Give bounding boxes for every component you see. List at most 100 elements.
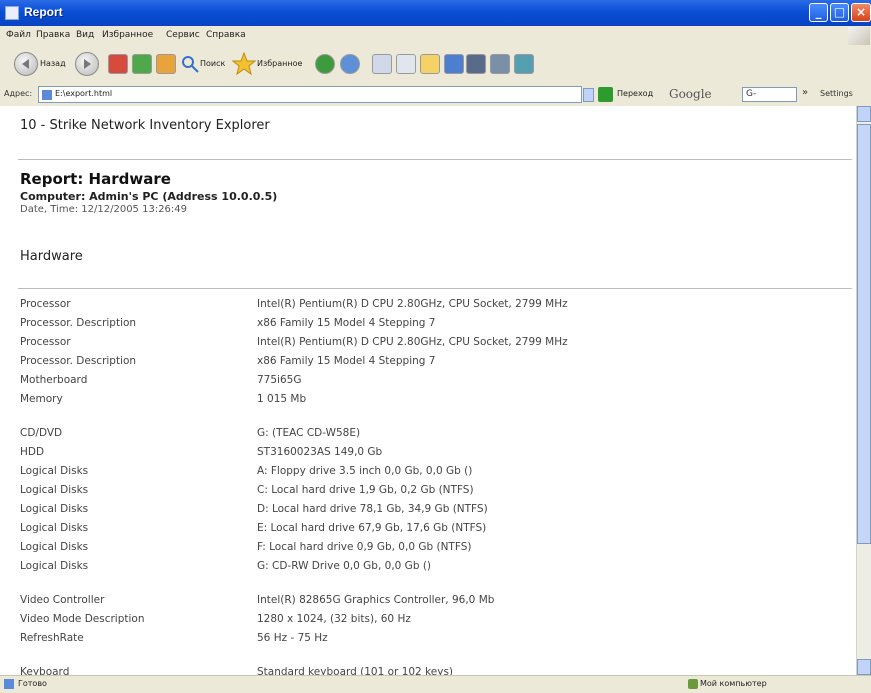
table-row: Video Controller Intel(R) 82865G Graphics… <box>0 594 856 612</box>
discuss-icon[interactable] <box>490 54 510 74</box>
close-button[interactable]: × <box>851 3 871 22</box>
stop-icon[interactable] <box>108 54 128 74</box>
page-done-icon <box>4 679 14 689</box>
menu-favorites[interactable]: Избранное <box>102 30 153 40</box>
menu-view[interactable]: Вид <box>76 30 94 40</box>
row-value: Intel(R) Pentium(R) D CPU 2.80GHz, CPU S… <box>257 298 568 310</box>
row-value: x86 Family 15 Model 4 Stepping 7 <box>257 317 436 329</box>
favorites-label[interactable]: Избранное <box>257 59 302 68</box>
status-text: Готово <box>18 679 47 688</box>
table-row: Processor Intel(R) Pentium(R) D CPU 2.80G… <box>0 298 856 316</box>
toolbar: Назад Поиск Избранное <box>0 46 871 85</box>
row-value: F: Local hard drive 0,9 Gb, 0,0 Gb (NTFS… <box>257 541 472 553</box>
minimize-icon: _ <box>815 5 822 19</box>
go-button[interactable]: Переход <box>617 89 653 98</box>
media-icon[interactable] <box>315 54 335 74</box>
settings-button[interactable]: Settings <box>820 89 853 98</box>
window-titlebar: Report _ □ × <box>0 0 871 26</box>
print-icon[interactable] <box>396 54 416 74</box>
table-row: Keyboard Standard keyboard (101 or 102 ke… <box>0 666 856 675</box>
table-row: Logical Disks G: CD-RW Drive 0,0 Gb, 0,0 … <box>0 560 856 578</box>
app-title: 10 - Strike Network Inventory Explorer <box>20 118 270 133</box>
windows-logo-icon <box>848 27 870 45</box>
table-row: Memory 1 015 Mb <box>0 393 856 411</box>
row-key: CD/DVD <box>20 427 63 439</box>
window-title: Report <box>24 5 63 19</box>
row-key: Processor <box>20 336 71 348</box>
address-dropdown-icon[interactable] <box>583 88 594 102</box>
table-row: Logical Disks C: Local hard drive 1,9 Gb,… <box>0 484 856 502</box>
page-icon <box>42 90 52 100</box>
google-search-input[interactable]: G- <box>742 87 797 102</box>
ie-icon <box>5 6 19 20</box>
table-row: HDD ST3160023AS 149,0 Gb <box>0 446 856 464</box>
row-value: G: CD-RW Drive 0,0 Gb, 0,0 Gb () <box>257 560 432 572</box>
zone-text: Мой компьютер <box>700 679 767 688</box>
row-value: D: Local hard drive 78,1 Gb, 34,9 Gb (NT… <box>257 503 488 515</box>
row-key: Logical Disks <box>20 522 89 534</box>
row-key: RefreshRate <box>20 632 84 644</box>
address-bar: Адрес: E:\export.html Переход Google G- … <box>0 84 871 107</box>
row-value: 1280 x 1024, (32 bits), 60 Hz <box>257 613 411 625</box>
scroll-up-icon[interactable] <box>857 106 871 122</box>
row-value: A: Floppy drive 3.5 inch 0,0 Gb, 0,0 Gb … <box>257 465 473 477</box>
row-key: Processor <box>20 298 71 310</box>
row-key: Keyboard <box>20 666 70 675</box>
go-arrow-icon[interactable] <box>598 87 613 102</box>
menu-edit[interactable]: Правка <box>36 30 70 40</box>
minimize-button[interactable]: _ <box>809 3 828 22</box>
row-key: Logical Disks <box>20 465 89 477</box>
folder-icon[interactable] <box>420 54 440 74</box>
back-button[interactable] <box>14 52 38 76</box>
row-value: G: (TEAC CD-W58E) <box>257 427 361 439</box>
close-icon: × <box>855 5 867 19</box>
research-icon[interactable] <box>514 54 534 74</box>
table-row: Logical Disks F: Local hard drive 0,9 Gb,… <box>0 541 856 559</box>
status-bar: Готово Мой компьютер <box>0 675 871 693</box>
menu-bar: Файл Правка Вид Избранное Сервис Справка <box>0 26 871 47</box>
google-logo: Google <box>669 87 712 101</box>
edit-icon[interactable] <box>466 54 486 74</box>
row-key: Video Controller <box>20 594 105 606</box>
back-label: Назад <box>40 59 66 68</box>
google-search-dropdown[interactable]: G- <box>746 89 756 99</box>
home-icon[interactable] <box>156 54 176 74</box>
row-value: Intel(R) Pentium(R) D CPU 2.80GHz, CPU S… <box>257 336 568 348</box>
row-value: C: Local hard drive 1,9 Gb, 0,2 Gb (NTFS… <box>257 484 474 496</box>
row-key: Motherboard <box>20 374 88 386</box>
menu-help[interactable]: Справка <box>206 30 246 40</box>
row-key: Logical Disks <box>20 541 89 553</box>
mail-icon[interactable] <box>372 54 392 74</box>
row-value: 1 015 Mb <box>257 393 307 405</box>
maximize-icon: □ <box>833 5 846 19</box>
table-row: RefreshRate 56 Hz - 75 Hz <box>0 632 856 650</box>
messenger-icon[interactable] <box>444 54 464 74</box>
forward-button[interactable] <box>75 52 99 76</box>
row-value: 56 Hz - 75 Hz <box>257 632 328 644</box>
row-key: Memory <box>20 393 63 405</box>
vertical-scrollbar[interactable] <box>856 106 871 675</box>
search-label[interactable]: Поиск <box>200 59 225 68</box>
address-input[interactable]: E:\export.html <box>38 86 582 103</box>
favorites-star-icon[interactable] <box>232 52 256 76</box>
refresh-icon[interactable] <box>132 54 152 74</box>
search-icon[interactable] <box>180 54 200 78</box>
menu-tools[interactable]: Сервис <box>166 30 200 40</box>
scroll-down-icon[interactable] <box>857 659 871 675</box>
row-value: Standard keyboard (101 or 102 keys) <box>257 666 454 675</box>
history-icon[interactable] <box>340 54 360 74</box>
forward-arrow-icon <box>84 59 91 69</box>
divider <box>18 159 852 160</box>
scroll-thumb[interactable] <box>857 124 871 544</box>
table-row: CD/DVD G: (TEAC CD-W58E) <box>0 427 856 445</box>
toolbar-chevron-icon[interactable]: » <box>802 87 808 98</box>
row-key: Processor. Description <box>20 317 137 329</box>
date-line: Date, Time: 12/12/2005 13:26:49 <box>20 204 188 215</box>
maximize-button[interactable]: □ <box>830 3 849 22</box>
menu-file[interactable]: Файл <box>6 30 31 40</box>
report-title: Report: Hardware <box>20 170 171 188</box>
section-title: Hardware <box>20 249 83 264</box>
row-key: Logical Disks <box>20 560 89 572</box>
row-key: Logical Disks <box>20 503 89 515</box>
row-value: x86 Family 15 Model 4 Stepping 7 <box>257 355 436 367</box>
